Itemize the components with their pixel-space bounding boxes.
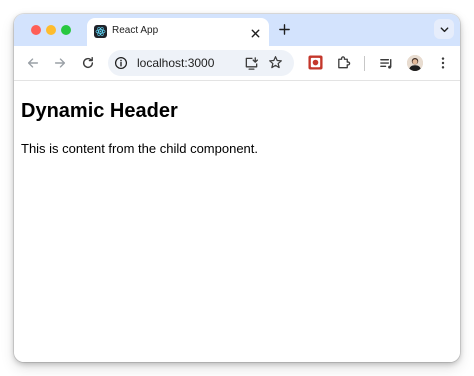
address-bar[interactable]: localhost:3000 [108,50,294,76]
extension-app-icon[interactable] [308,55,323,70]
arrow-left-icon[interactable] [25,55,41,71]
avatar[interactable] [407,55,423,71]
arrow-right-icon[interactable] [52,55,68,71]
toolbar-divider [364,56,365,71]
browser-window: React App localhost:3000 Dynamic Header … [14,14,460,362]
react-logo-icon [94,25,107,38]
reading-list-icon[interactable] [378,55,394,71]
window-minimize-button[interactable] [46,25,56,35]
page-heading: Dynamic Header [21,100,178,122]
close-icon[interactable] [250,26,261,38]
install-app-icon[interactable] [244,56,259,71]
info-icon[interactable] [114,56,128,70]
child-content-text: This is content from the child component… [21,141,259,156]
tab-search-button[interactable] [434,19,454,39]
tab-title: React App [112,25,159,36]
window-zoom-button[interactable] [61,25,71,35]
tab-react-app[interactable]: React App [87,18,269,46]
browser-toolbar: localhost:3000 [14,46,460,80]
puzzle-icon[interactable] [336,55,351,70]
tab-strip: React App [14,14,460,46]
plus-icon[interactable] [278,23,291,36]
chevron-down-icon [440,26,448,32]
url-text: localhost:3000 [137,56,215,70]
star-icon[interactable] [268,55,283,70]
reload-icon[interactable] [80,55,96,71]
kebab-menu-icon[interactable] [435,55,451,71]
window-close-button[interactable] [31,25,41,35]
page-viewport: Dynamic Header This is content from the … [14,81,460,362]
